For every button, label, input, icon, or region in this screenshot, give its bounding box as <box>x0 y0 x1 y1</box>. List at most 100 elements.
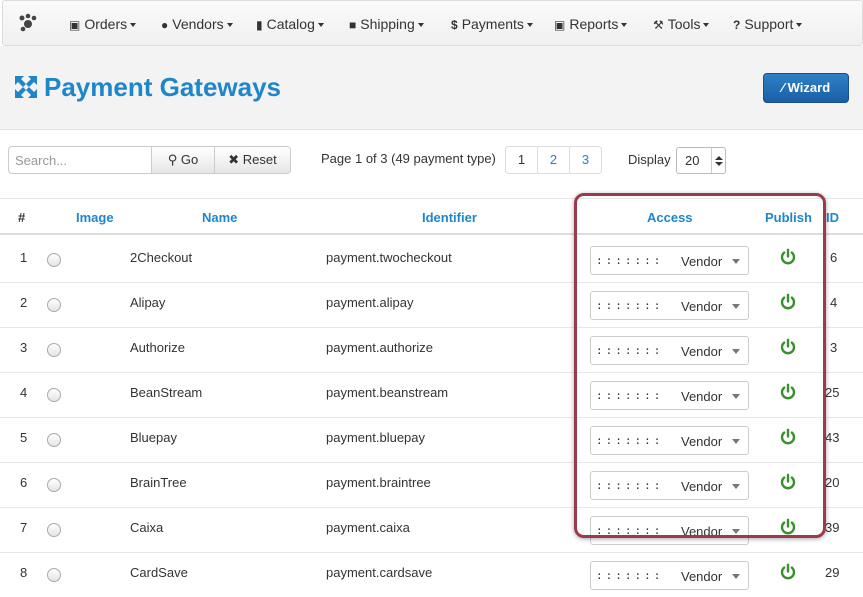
row-name: BeanStream <box>130 385 203 400</box>
row-identifier: payment.alipay <box>326 295 414 310</box>
row-select-radio[interactable] <box>47 523 61 537</box>
row-select-radio[interactable] <box>47 478 61 492</box>
nav-payments[interactable]: $ Payments <box>451 1 533 47</box>
chevron-down-icon <box>732 349 740 354</box>
row-id: 20 <box>825 475 840 490</box>
page-title: Payment Gateways <box>14 72 281 103</box>
access-value: Vendor <box>681 254 723 269</box>
row-id: 39 <box>825 520 840 535</box>
power-icon[interactable] <box>779 293 797 311</box>
access-select[interactable]: ::::::: Vendor <box>590 291 749 320</box>
access-select[interactable]: ::::::: Vendor <box>590 246 749 275</box>
caret-down-icon <box>796 23 803 28</box>
table-row: 5 Bluepay payment.bluepay::::::: Vendor 43 <box>0 418 863 463</box>
row-identifier: payment.beanstream <box>326 385 449 400</box>
row-select-radio[interactable] <box>47 388 61 402</box>
power-icon[interactable] <box>779 383 797 401</box>
power-icon[interactable] <box>779 428 797 446</box>
row-name: Caixa <box>130 520 164 535</box>
truck-icon: ■ <box>349 18 357 32</box>
row-number: 7 <box>20 520 28 535</box>
caret-down-icon <box>130 23 137 28</box>
nav-support[interactable]: ? Support <box>733 1 803 47</box>
row-identifier: payment.cardsave <box>326 565 433 580</box>
page-1-link[interactable]: 1 <box>505 146 538 174</box>
magic-wand-icon: ⁄ <box>781 80 785 95</box>
nav-shipping[interactable]: ■ Shipping <box>349 1 424 47</box>
row-select-radio[interactable] <box>47 568 61 582</box>
table-row: 6 BrainTree payment.braintree::::::: Vendor… <box>0 463 863 508</box>
monitor-icon: ▣ <box>554 18 566 32</box>
row-select-radio[interactable] <box>47 343 61 357</box>
power-icon[interactable] <box>779 563 797 581</box>
search-input[interactable] <box>8 146 152 174</box>
header-access[interactable]: Access <box>647 210 693 225</box>
chevron-down-icon <box>732 394 740 399</box>
row-id: 43 <box>825 430 840 445</box>
access-select[interactable]: ::::::: Vendor <box>590 336 749 365</box>
table-row: 1 2Checkout payment.twocheckout::::::: Vend… <box>0 238 863 283</box>
row-identifier: payment.bluepay <box>326 430 426 445</box>
reset-button[interactable]: ✖ Reset <box>214 146 291 174</box>
row-number: 2 <box>20 295 28 310</box>
chevron-down-icon <box>732 574 740 579</box>
access-prefix: ::::::: <box>596 344 664 357</box>
wizard-button[interactable]: ⁄ Wizard <box>763 73 849 103</box>
row-name: 2Checkout <box>130 250 193 265</box>
close-icon: ✖ <box>228 152 240 167</box>
row-name: BrainTree <box>130 475 187 490</box>
row-select-radio[interactable] <box>47 433 61 447</box>
access-prefix: ::::::: <box>596 434 664 447</box>
row-number: 8 <box>20 565 28 580</box>
display-count-select[interactable]: 20 <box>676 147 726 174</box>
access-prefix: ::::::: <box>596 299 664 312</box>
row-name: Authorize <box>130 340 185 355</box>
access-value: Vendor <box>681 434 723 449</box>
nav-tools[interactable]: ⚒ Tools <box>653 1 710 47</box>
dollar-icon: $ <box>451 18 458 32</box>
table-header: # Image Name Identifier Access Publish I… <box>0 198 863 235</box>
header-id[interactable]: ID <box>826 210 839 225</box>
header-identifier[interactable]: Identifier <box>422 210 477 225</box>
row-number: 6 <box>20 475 28 490</box>
access-select[interactable]: ::::::: Vendor <box>590 516 749 545</box>
access-select[interactable]: ::::::: Vendor <box>590 381 749 410</box>
row-name: Bluepay <box>130 430 177 445</box>
page-3-link[interactable]: 3 <box>569 146 602 174</box>
wrench-icon: ⚒ <box>653 18 664 32</box>
header-publish[interactable]: Publish <box>765 210 812 225</box>
access-value: Vendor <box>681 299 723 314</box>
row-number: 4 <box>20 385 28 400</box>
header-name[interactable]: Name <box>202 210 237 225</box>
nav-vendors[interactable]: ● Vendors <box>161 1 233 47</box>
nav-catalog[interactable]: ▮ Catalog <box>256 1 324 47</box>
access-prefix: ::::::: <box>596 569 664 582</box>
power-icon[interactable] <box>779 518 797 536</box>
table-row: 4 BeanStream payment.beanstream::::::: Vend… <box>0 373 863 418</box>
page-2-link[interactable]: 2 <box>537 146 570 174</box>
access-select[interactable]: ::::::: Vendor <box>590 471 749 500</box>
table-row: 8 CardSave payment.cardsave::::::: Vendor 29 <box>0 553 863 597</box>
access-select[interactable]: ::::::: Vendor <box>590 561 749 590</box>
access-value: Vendor <box>681 524 723 539</box>
header-num: # <box>18 210 26 225</box>
nav-reports[interactable]: ▣ Reports <box>554 1 628 47</box>
access-select[interactable]: ::::::: Vendor <box>590 426 749 455</box>
nav-orders[interactable]: ▣ Orders <box>69 1 137 47</box>
header-image[interactable]: Image <box>76 210 114 225</box>
access-value: Vendor <box>681 389 723 404</box>
power-icon[interactable] <box>779 338 797 356</box>
power-icon[interactable] <box>779 473 797 491</box>
row-select-radio[interactable] <box>47 298 61 312</box>
power-icon[interactable] <box>779 248 797 266</box>
brand-logo-icon[interactable] <box>17 12 39 34</box>
row-number: 1 <box>20 250 28 265</box>
go-button[interactable]: ⚲ Go <box>151 146 215 174</box>
access-value: Vendor <box>681 344 723 359</box>
row-id: 3 <box>830 340 838 355</box>
access-prefix: ::::::: <box>596 479 664 492</box>
row-select-radio[interactable] <box>47 253 61 267</box>
row-id: 25 <box>825 385 840 400</box>
caret-down-icon <box>526 23 533 28</box>
page-title-text: Payment Gateways <box>44 72 282 102</box>
